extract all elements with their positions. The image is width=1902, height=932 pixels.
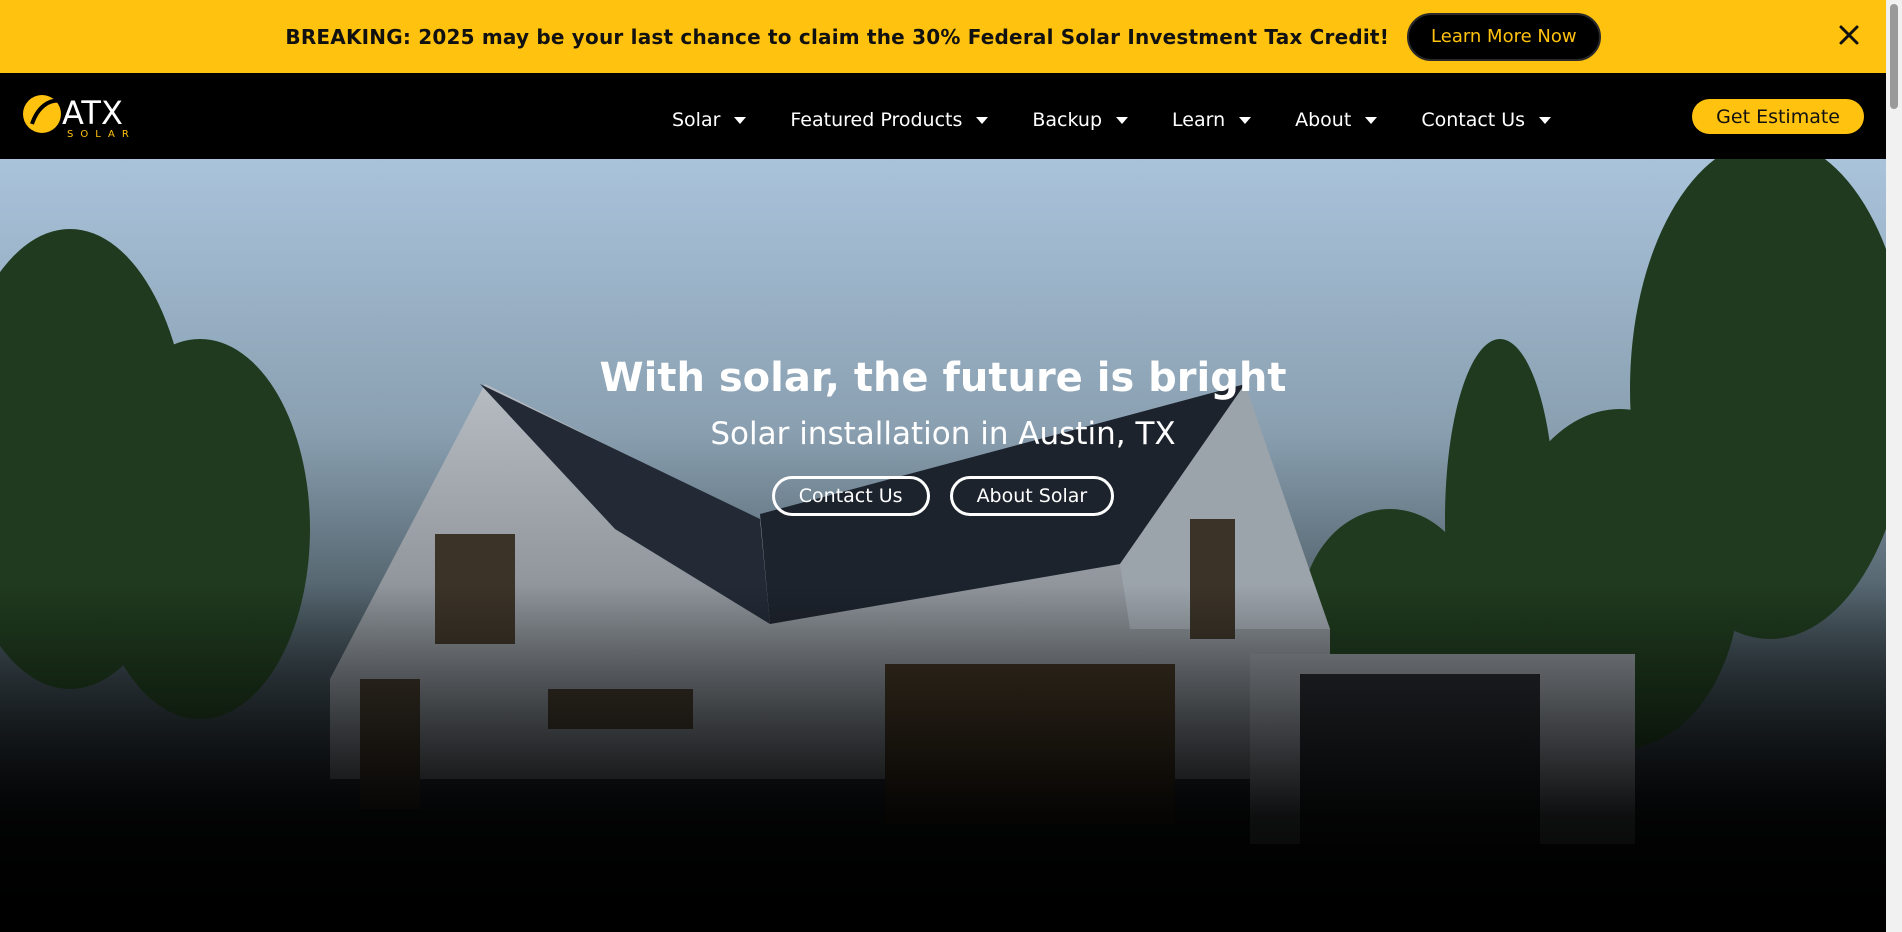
nav-item-learn[interactable]: Learn [1172, 109, 1252, 131]
nav-item-label: Contact Us [1421, 109, 1526, 131]
nav-item-featured-products[interactable]: Featured Products [790, 109, 989, 131]
chevron-down-icon [1539, 116, 1552, 124]
announcement-bar: BREAKING: 2025 may be your last chance t… [0, 0, 1886, 73]
atx-solar-logo[interactable]: ATX SOLAR [22, 91, 152, 141]
announcement-text: BREAKING: 2025 may be your last chance t… [285, 24, 1390, 49]
about-solar-button[interactable]: About Solar [949, 476, 1115, 516]
logo-main-text: ATX [62, 94, 123, 132]
get-estimate-button[interactable]: Get Estimate [1692, 99, 1864, 134]
nav-item-label: Backup [1032, 109, 1103, 131]
nav-item-label: Learn [1172, 109, 1226, 131]
hero-title: With solar, the future is bright [599, 355, 1287, 401]
nav-item-backup[interactable]: Backup [1032, 109, 1129, 131]
hero-content: With solar, the future is bright Solar i… [0, 354, 1886, 516]
close-icon[interactable] [1834, 20, 1864, 50]
hero-section: With solar, the future is bright Solar i… [0, 159, 1886, 932]
hero-subtitle: Solar installation in Austin, TX [710, 416, 1176, 452]
nav-item-contact-us[interactable]: Contact Us [1421, 109, 1552, 131]
nav-item-label: Featured Products [790, 109, 963, 131]
chevron-down-icon [976, 116, 989, 124]
chevron-down-icon [1116, 116, 1129, 124]
learn-more-button[interactable]: Learn More Now [1407, 12, 1601, 61]
nav-item-label: About [1295, 109, 1352, 131]
hero-buttons: Contact Us About Solar [0, 476, 1886, 516]
nav-item-about[interactable]: About [1295, 109, 1378, 131]
chevron-down-icon [734, 116, 747, 124]
logo-sub-text: SOLAR [67, 129, 136, 140]
contact-us-button[interactable]: Contact Us [771, 476, 930, 516]
nav-item-solar[interactable]: Solar [672, 109, 747, 131]
scrollbar-thumb[interactable] [1890, 4, 1898, 109]
nav-item-label: Solar [672, 109, 721, 131]
page-scrollbar[interactable] [1886, 0, 1902, 932]
chevron-down-icon [1365, 116, 1378, 124]
chevron-down-icon [1239, 116, 1252, 124]
navbar: ATX SOLAR Solar Featured Products Backup… [0, 73, 1886, 159]
hero-house-image [0, 159, 1886, 932]
main-nav: Solar Featured Products Backup Learn Abo… [672, 109, 1552, 131]
